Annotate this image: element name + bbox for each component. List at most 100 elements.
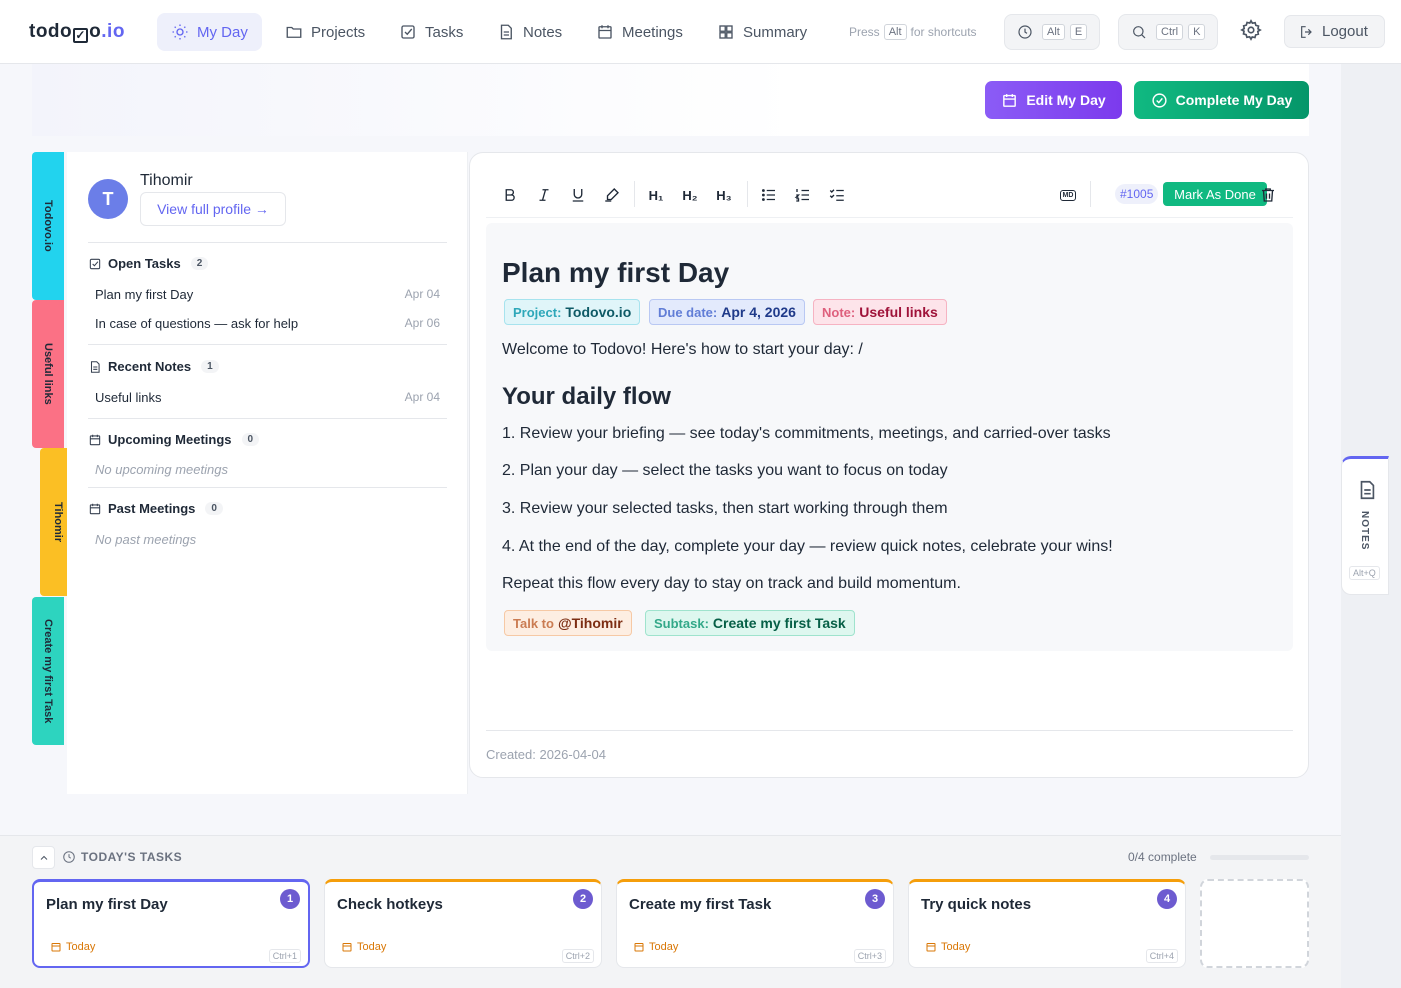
chip-key: Project: bbox=[513, 304, 562, 320]
step-item: 4. At the end of the day, complete your … bbox=[502, 538, 1113, 555]
bold-button[interactable] bbox=[499, 184, 521, 206]
time-tracker-button[interactable]: Alt E bbox=[1004, 14, 1101, 50]
progress-text: 0/4 complete bbox=[1128, 850, 1197, 864]
search-button[interactable]: Ctrl K bbox=[1118, 14, 1219, 50]
nav-notes[interactable]: Notes bbox=[483, 13, 576, 51]
underline-icon bbox=[572, 189, 584, 202]
ordered-list-button[interactable] bbox=[792, 184, 814, 206]
kbd-key: E bbox=[1069, 24, 1088, 40]
section-title: Recent Notes bbox=[108, 359, 192, 374]
logo-text-right: o bbox=[89, 21, 102, 42]
count-badge: 0 bbox=[241, 433, 260, 446]
card-due-label: Today bbox=[66, 941, 96, 953]
card-due: Today bbox=[633, 941, 678, 953]
open-tasks-section: Open Tasks 2 Plan my first Day Apr 04 In… bbox=[88, 242, 447, 342]
chip-key: Due date: bbox=[658, 304, 718, 320]
empty-state: No upcoming meetings bbox=[95, 462, 228, 477]
card-due: Today bbox=[50, 941, 95, 953]
subtask-chip[interactable]: Subtask: Create my first Task bbox=[645, 610, 855, 636]
list-item[interactable]: Plan my first Day Apr 04 bbox=[95, 287, 440, 302]
todays-tasks-label: TODAY'S TASKS bbox=[81, 850, 183, 864]
vtab-project[interactable]: Todovo.io bbox=[32, 152, 64, 300]
markdown-toggle[interactable]: MD bbox=[1056, 184, 1080, 206]
chip-value: Todovo.io bbox=[565, 304, 632, 320]
logout-button[interactable]: Logout bbox=[1284, 15, 1385, 48]
nav-meetings[interactable]: Meetings bbox=[582, 13, 697, 51]
due-date-chip[interactable]: Due date: Apr 4, 2026 bbox=[649, 299, 805, 325]
avatar: T bbox=[88, 179, 128, 219]
nav-label: Tasks bbox=[425, 23, 464, 41]
delete-button[interactable] bbox=[1257, 184, 1279, 206]
calendar-icon bbox=[89, 434, 101, 445]
card-shortcut: Ctrl+4 bbox=[1145, 949, 1178, 963]
search-icon bbox=[1133, 26, 1146, 39]
item-label: Useful links bbox=[95, 390, 162, 405]
italic-button[interactable] bbox=[533, 184, 555, 206]
logout-icon bbox=[1301, 25, 1312, 38]
complete-my-day-button[interactable]: Complete My Day bbox=[1134, 81, 1309, 119]
task-card[interactable]: Plan my first Day 1 Today Ctrl+1 bbox=[32, 879, 310, 968]
app-logo[interactable]: todo ✓ o.io bbox=[29, 21, 125, 43]
bullet-list-button[interactable] bbox=[758, 184, 780, 206]
checkbox-icon bbox=[401, 25, 415, 39]
nav-summary[interactable]: Summary bbox=[703, 13, 821, 51]
settings-button[interactable] bbox=[1240, 19, 1266, 45]
task-card[interactable]: Try quick notes 4 Today Ctrl+4 bbox=[908, 879, 1186, 968]
nav-label: Meetings bbox=[622, 23, 683, 41]
list-item[interactable]: Useful links Apr 04 bbox=[95, 390, 440, 405]
talk-to-chip[interactable]: Talk to @Tihomir bbox=[504, 610, 632, 636]
toolbar-separator bbox=[747, 181, 748, 207]
card-number: 3 bbox=[865, 889, 885, 909]
trash-icon bbox=[1262, 188, 1274, 202]
editor-content[interactable]: Plan my first Day Project: Todovo.io Due… bbox=[486, 223, 1293, 651]
edit-my-day-button[interactable]: Edit My Day bbox=[985, 81, 1122, 119]
chip-value: Create my first Task bbox=[712, 615, 846, 631]
section-header: Recent Notes 1 bbox=[88, 359, 219, 374]
note-chip[interactable]: Note: Useful links bbox=[813, 299, 947, 325]
nav-label: Projects bbox=[311, 23, 366, 41]
vtab-note[interactable]: Useful links bbox=[32, 300, 64, 448]
task-card[interactable]: Check hotkeys 2 Today Ctrl+2 bbox=[324, 879, 602, 968]
profile-panel: T Tihomir View full profile → Open Tasks… bbox=[67, 152, 468, 794]
heading3-button[interactable]: H₃ bbox=[713, 184, 735, 206]
vtab-subtask[interactable]: Create my first Task bbox=[32, 597, 64, 745]
created-date: Created: 2026-04-04 bbox=[486, 747, 606, 762]
nav-my-day[interactable]: My Day bbox=[157, 13, 262, 51]
shortcut-hint: Press Alt for shortcuts bbox=[849, 24, 977, 40]
project-chip[interactable]: Project: Todovo.io bbox=[504, 299, 641, 325]
vtab-label: Create my first Task bbox=[42, 618, 54, 724]
heading2-button[interactable]: H₂ bbox=[679, 184, 701, 206]
grid-icon bbox=[719, 25, 733, 39]
nav-tasks[interactable]: Tasks bbox=[385, 13, 477, 51]
item-date: Apr 04 bbox=[404, 287, 440, 301]
vtab-label: Useful links bbox=[42, 343, 54, 405]
card-due-label: Today bbox=[941, 941, 971, 953]
checklist-icon bbox=[829, 189, 844, 201]
logo-text-dot: .io bbox=[101, 21, 125, 42]
task-editor: H₁ H₂ H₃ MD #1005 Mark As Done Plan my f… bbox=[469, 152, 1309, 778]
checklist-button[interactable] bbox=[826, 184, 848, 206]
todays-tasks-bar: TODAY'S TASKS 0/4 complete Plan my first… bbox=[0, 835, 1341, 988]
nav-label: Notes bbox=[523, 23, 563, 41]
underline-button[interactable] bbox=[567, 184, 589, 206]
step-item: 2. Plan your day — select the tasks you … bbox=[502, 462, 948, 479]
view-profile-button[interactable]: View full profile → bbox=[140, 192, 286, 226]
clock-icon bbox=[1018, 25, 1032, 39]
chip-value: Apr 4, 2026 bbox=[721, 304, 796, 320]
notes-tab-label: NOTES bbox=[1359, 511, 1370, 551]
card-due: Today bbox=[341, 941, 386, 953]
task-card[interactable]: Create my first Task 3 Today Ctrl+3 bbox=[616, 879, 894, 968]
quick-notes-tab[interactable]: NOTES Alt+Q bbox=[1341, 456, 1389, 595]
collapse-button[interactable] bbox=[32, 846, 55, 869]
mark-as-done-button[interactable]: Mark As Done bbox=[1163, 182, 1267, 206]
list-item[interactable]: In case of questions — ask for help Apr … bbox=[95, 316, 440, 331]
highlight-button[interactable] bbox=[601, 184, 623, 206]
add-task-slot[interactable] bbox=[1200, 879, 1309, 968]
item-date: Apr 06 bbox=[404, 316, 440, 330]
section-header: Upcoming Meetings 0 bbox=[88, 432, 260, 447]
nav-projects[interactable]: Projects bbox=[271, 13, 379, 51]
toolbar-separator bbox=[634, 181, 635, 207]
hint-text: for shortcuts bbox=[910, 25, 977, 39]
kbd-key: K bbox=[1188, 24, 1206, 40]
heading1-button[interactable]: H₁ bbox=[645, 184, 667, 206]
